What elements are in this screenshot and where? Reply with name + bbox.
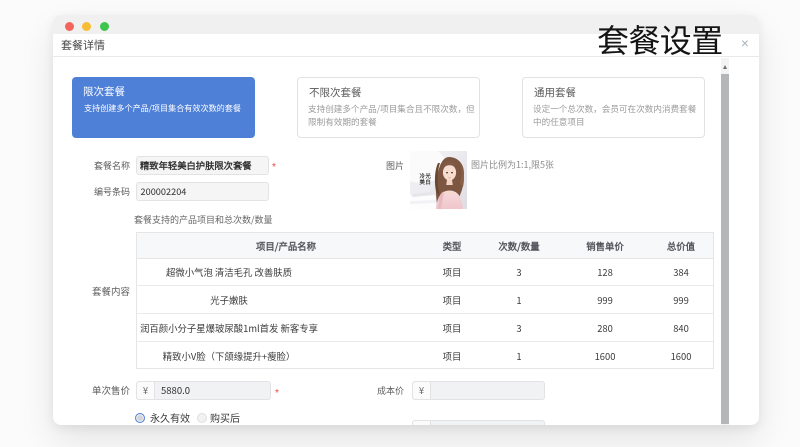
svg-text:美白: 美白 xyxy=(420,178,432,186)
